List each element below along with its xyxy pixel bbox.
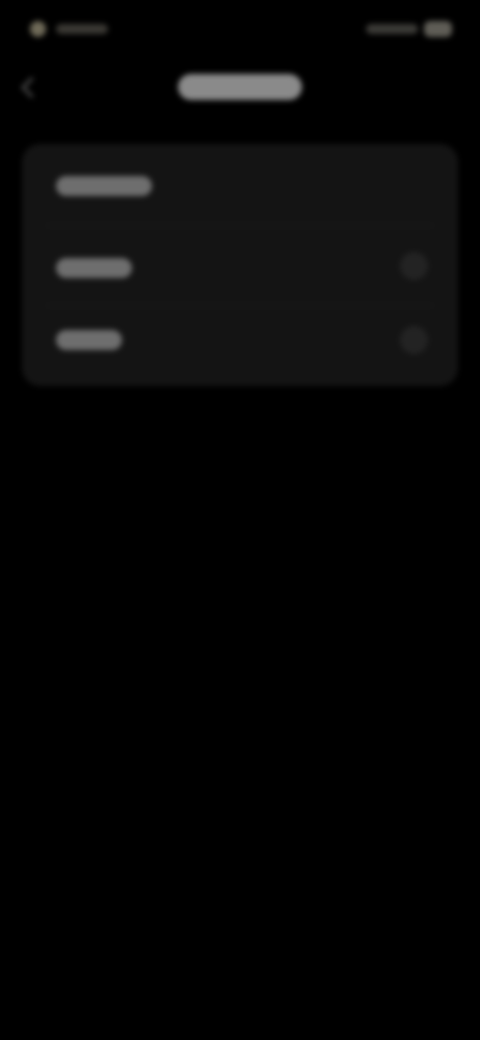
status-icons bbox=[344, 18, 452, 40]
status-time-text bbox=[56, 24, 108, 34]
settings-item-label bbox=[56, 258, 132, 278]
settings-item-label bbox=[56, 330, 122, 350]
settings-card bbox=[22, 144, 458, 386]
chevron-right-icon bbox=[400, 252, 428, 280]
chevron-left-icon bbox=[20, 76, 42, 98]
page-title bbox=[178, 74, 302, 100]
settings-item-2[interactable] bbox=[22, 226, 458, 306]
header bbox=[0, 60, 480, 112]
settings-item-label-text bbox=[56, 330, 122, 350]
chevron-right-icon bbox=[400, 326, 428, 354]
settings-item-1[interactable] bbox=[22, 144, 458, 224]
back-button[interactable] bbox=[16, 72, 46, 102]
page-title-text bbox=[178, 74, 302, 100]
settings-item-label-text bbox=[56, 176, 152, 196]
battery-icon bbox=[424, 21, 452, 37]
settings-item-label-text bbox=[56, 258, 132, 278]
status-time bbox=[30, 18, 120, 40]
signal-icon bbox=[366, 24, 418, 34]
status-time-label bbox=[30, 18, 120, 40]
status-bar bbox=[0, 0, 480, 58]
screen bbox=[0, 0, 480, 1040]
settings-item-3[interactable] bbox=[22, 306, 458, 386]
settings-item-label bbox=[56, 176, 152, 196]
